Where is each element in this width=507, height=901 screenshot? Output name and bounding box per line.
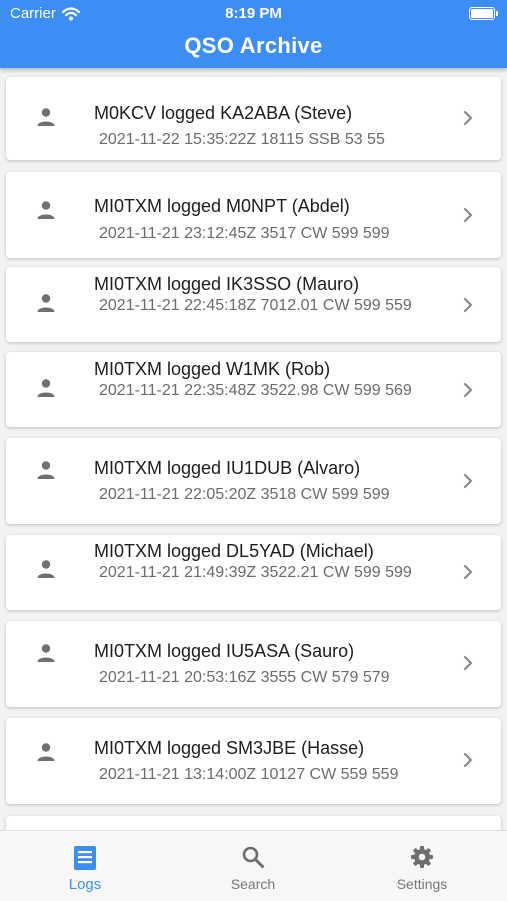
person-icon [37,644,55,662]
log-card[interactable]: MI0TXM logged DL5YAD (Michael) 2021-11-2… [6,535,501,610]
log-detail: 2021-11-21 22:35:48Z 3522.98 CW 599 569 [99,382,412,399]
log-detail: 2021-11-22 15:35:22Z 18115 SSB 53 55 [99,131,385,148]
person-icon [37,294,55,312]
chevron-right-icon [463,382,473,398]
log-detail: 2021-11-21 22:05:20Z 3518 CW 599 599 [99,486,390,503]
log-card[interactable]: MI0TXM logged IK3SSO (Mauro) 2021-11-21 … [6,267,501,342]
tab-bar: Logs Search Settings [0,830,507,901]
page-title: QSO Archive [184,33,323,58]
chevron-right-icon [463,752,473,768]
chevron-right-icon [463,110,473,126]
log-list[interactable]: M0KCV logged KA2ABA (Steve) 2021-11-22 1… [0,68,507,830]
person-icon [37,743,55,761]
status-time: 8:19 PM [225,5,282,22]
person-icon [37,379,55,397]
tab-logs[interactable]: Logs [25,831,145,901]
log-title: MI0TXM logged IK3SSO (Mauro) [94,274,360,294]
log-detail: 2021-11-21 22:45:18Z 7012.01 CW 599 559 [99,297,412,314]
log-detail: 2021-11-21 20:53:16Z 3555 CW 579 579 [99,669,390,686]
chevron-right-icon [463,473,473,489]
log-card[interactable]: MI0TXM logged IU1DUB (Alvaro) 2021-11-21… [6,438,501,524]
log-title: MI0TXM logged SM3JBE (Hasse) [94,738,365,758]
tab-settings[interactable]: Settings [362,831,482,901]
person-icon [37,461,55,479]
log-detail: 2021-11-21 13:14:00Z 10127 CW 559 559 [99,766,399,783]
tab-settings-label: Settings [396,876,448,892]
logs-icon [74,846,96,870]
log-detail: 2021-11-21 21:49:39Z 3522.21 CW 599 599 [99,564,412,581]
log-card[interactable]: MI0TXM logged IU5ASA (Sauro) 2021-11-21 … [6,621,501,707]
log-title: MI0TXM logged DL5YAD (Michael) [94,541,374,561]
log-detail: 2021-11-21 23:12:45Z 3517 CW 599 599 [99,225,390,242]
log-card[interactable]: MI0TXM logged W1MK (Rob) 2021-11-21 22:3… [6,352,501,427]
gear-icon [411,846,433,868]
log-title: MI0TXM logged IU5ASA (Sauro) [94,641,355,661]
chevron-right-icon [463,564,473,580]
log-card[interactable]: M0KCV logged KA2ABA (Steve) 2021-11-22 1… [6,77,501,160]
log-title: M0KCV logged KA2ABA (Steve) [94,103,353,123]
chevron-right-icon [463,297,473,313]
tab-search[interactable]: Search [193,831,313,901]
battery-icon [469,7,498,20]
chevron-right-icon [463,655,473,671]
search-icon [242,846,264,868]
app-bar: Carrier 8:19 PM QSO Archive [0,0,507,68]
log-card[interactable]: MI0TXM logged SM3JBE (Hasse) 2021-11-21 … [6,718,501,804]
person-icon [37,560,55,578]
tab-logs-label: Logs [68,876,102,893]
log-title: MI0TXM logged W1MK (Rob) [94,359,331,379]
log-title: MI0TXM logged IU1DUB (Alvaro) [94,458,361,478]
chevron-right-icon [463,207,473,223]
log-card[interactable]: MI0TXM logged M0NPT (Abdel) 2021-11-21 2… [6,172,501,258]
person-icon [37,201,55,219]
log-card-partial[interactable] [6,816,501,830]
tab-search-label: Search [230,876,276,892]
log-title: MI0TXM logged M0NPT (Abdel) [94,196,350,216]
person-icon [37,108,55,126]
